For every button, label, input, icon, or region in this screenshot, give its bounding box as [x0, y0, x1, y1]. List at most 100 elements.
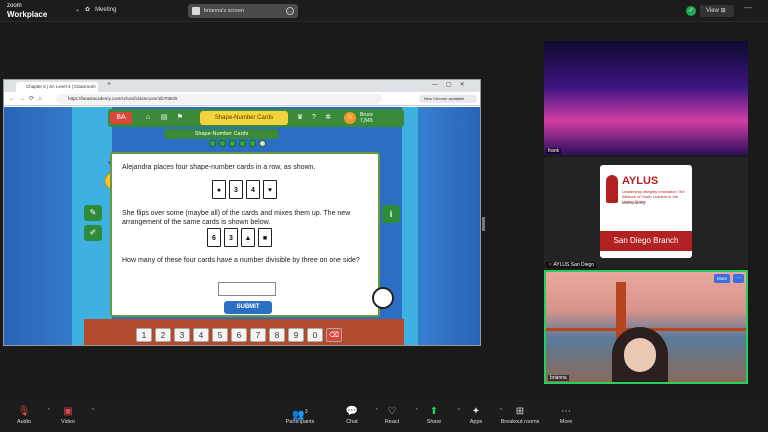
- cards-row-2: 6 3 ▲ ■: [207, 228, 272, 247]
- shape-number-card: ■: [258, 228, 272, 247]
- progress-dot[interactable]: [209, 140, 216, 147]
- more-button[interactable]: ⋯ More: [546, 406, 586, 425]
- toolbar-label: Breakout rooms: [500, 419, 540, 425]
- keypad-key[interactable]: 6: [231, 328, 247, 342]
- browser-tab[interactable]: Chapter 6 | 6A Level 4 | Classroom: [16, 82, 98, 92]
- keypad-key[interactable]: 5: [212, 328, 228, 342]
- toolbar-label: More: [559, 419, 573, 425]
- game-header: BA ⌂ ▤ ⚑ Shape-Number Cards ♛ ? ✲ ☺ Bruc…: [108, 109, 404, 127]
- answer-input[interactable]: [218, 282, 276, 296]
- ba-logo-icon[interactable]: BA: [110, 112, 132, 124]
- mute-button[interactable]: Mute: [714, 274, 730, 283]
- delete-key[interactable]: ⌫: [326, 328, 342, 342]
- progress-dot[interactable]: [219, 140, 226, 147]
- video-tile-aylus[interactable]: AYLUS Leadership Integrity Innovation Th…: [544, 157, 748, 269]
- share-button[interactable]: ⬆ Share ^: [414, 406, 460, 425]
- question-text-2: She flips over some (maybe all) of the c…: [122, 210, 351, 226]
- view-button[interactable]: View ⊞: [700, 5, 734, 17]
- info-icon[interactable]: i: [382, 205, 400, 223]
- help-icon[interactable]: ?: [308, 112, 320, 124]
- home-icon[interactable]: ⌂: [142, 112, 154, 124]
- shape-number-card: 3: [224, 228, 238, 247]
- keypad-key[interactable]: 7: [250, 328, 266, 342]
- chevron-up-icon[interactable]: ^: [92, 408, 94, 414]
- submit-button[interactable]: SUBMIT: [224, 301, 272, 314]
- eraser-icon[interactable]: ✐: [84, 225, 102, 241]
- participants-button[interactable]: 👥3 Participants: [280, 406, 320, 425]
- participant-name: brianna: [548, 375, 569, 381]
- keypad-key[interactable]: 1: [136, 328, 152, 342]
- meeting-toolbar: 🎙 Audio ^ ▣ Video ^ 👥3 Participants 💬 Chat ^ ♡ R…: [0, 400, 768, 432]
- keypad-key[interactable]: 0: [307, 328, 323, 342]
- chat-icon: 💬: [345, 406, 359, 417]
- toolbar-label: React: [384, 419, 400, 425]
- trophy-icon[interactable]: ♛: [294, 112, 306, 124]
- toolbar-label: Audio: [16, 419, 32, 425]
- participant-face: [624, 338, 656, 372]
- problem-card: Alejandra places four shape-number cards…: [110, 152, 380, 317]
- aylus-logo: AYLUS Leadership Integrity Innovation Th…: [600, 165, 692, 258]
- screen-share-icon: [192, 7, 200, 15]
- shape-number-card: ●: [212, 180, 226, 199]
- keypad-key[interactable]: 9: [288, 328, 304, 342]
- problem-title: Shape-Number Cards: [164, 129, 279, 139]
- paw-icon: ✿: [85, 7, 91, 13]
- apps-button[interactable]: ✦ Apps ^: [456, 406, 502, 425]
- logo-line2: Workplace: [7, 10, 48, 19]
- pencil-icon[interactable]: ✎: [84, 205, 102, 221]
- share-icon: ⬆: [429, 406, 439, 417]
- chrome-update-button[interactable]: New Chrome available: [419, 95, 477, 103]
- shape-number-card: ▲: [241, 228, 255, 247]
- toolbar-label: Apps: [469, 419, 483, 425]
- address-bar: ←→⟳⌂ https://beastacademy.com/school/cla…: [4, 92, 480, 106]
- keypad-key[interactable]: 3: [174, 328, 190, 342]
- participant-name: ✕ AYLUS San Diego: [546, 262, 597, 268]
- aylus-url: www.aylus.org: [622, 201, 645, 205]
- beast-academy-game: BA ⌂ ▤ ⚑ Shape-Number Cards ♛ ? ✲ ☺ Bruc…: [4, 107, 480, 345]
- window-controls-icon[interactable]: —▢✕: [432, 81, 473, 88]
- breakout-rooms-button[interactable]: ⊞ Breakout rooms: [498, 406, 542, 425]
- torch-icon: [606, 175, 618, 203]
- tile-more-button[interactable]: ···: [733, 274, 744, 283]
- progress-dot-current[interactable]: [259, 140, 266, 147]
- settings-icon[interactable]: ✲: [322, 112, 334, 124]
- new-tab-icon[interactable]: +: [107, 81, 111, 88]
- chevron-down-icon: ⌄: [75, 7, 81, 13]
- minimize-icon[interactable]: —: [744, 3, 752, 12]
- toolbar-label: Share: [426, 419, 442, 425]
- security-shield-icon[interactable]: ✓: [686, 6, 696, 16]
- top-bar: zoom Workplace ⌄ ✿ Meeting brianna's scr…: [0, 0, 768, 22]
- heart-icon: ♡: [387, 406, 397, 417]
- progress-dot[interactable]: [239, 140, 246, 147]
- bookmark-icon[interactable]: ⚑: [174, 112, 186, 124]
- keypad-key[interactable]: 8: [269, 328, 285, 342]
- audio-button[interactable]: 🎙 Audio ^: [4, 406, 50, 425]
- chat-button[interactable]: 💬 Chat ^: [332, 406, 378, 425]
- video-tile-frank[interactable]: frank: [544, 41, 748, 155]
- level-banner: Shape-Number Cards: [200, 111, 288, 125]
- keypad-key[interactable]: 4: [193, 328, 209, 342]
- participants-count: 3: [304, 409, 308, 415]
- splitter-handle[interactable]: [482, 217, 485, 231]
- react-button[interactable]: ♡ React ^: [372, 406, 418, 425]
- keypad-key[interactable]: 2: [155, 328, 171, 342]
- progress-dot[interactable]: [249, 140, 256, 147]
- view-label: View: [706, 8, 719, 14]
- toolbar-label: Chat: [346, 419, 358, 425]
- book-icon[interactable]: ▤: [158, 112, 170, 124]
- tab-strip: Chapter 6 | 6A Level 4 | Classroom + —▢✕: [4, 80, 480, 92]
- progress-dots: [209, 140, 266, 147]
- share-indicator[interactable]: brianna's screen …: [188, 4, 298, 18]
- nav-buttons-icon[interactable]: ←→⟳⌂: [9, 95, 46, 102]
- toolbar-label: Participants: [285, 419, 315, 425]
- shape-number-card: 6: [207, 228, 221, 247]
- meeting-menu[interactable]: ⌄ ✿ Meeting: [75, 6, 116, 14]
- avatar[interactable]: ☺: [344, 112, 356, 124]
- video-tile-brianna[interactable]: Mute ··· brianna: [544, 270, 748, 384]
- progress-dot[interactable]: [229, 140, 236, 147]
- url-input[interactable]: https://beastacademy.com/school/classroo…: [56, 94, 382, 104]
- question-text-1: Alejandra places four shape-number cards…: [122, 164, 316, 171]
- share-options-icon[interactable]: …: [286, 7, 294, 15]
- video-button[interactable]: ▣ Video ^: [48, 406, 94, 425]
- participants-icon: 👥3: [292, 409, 308, 421]
